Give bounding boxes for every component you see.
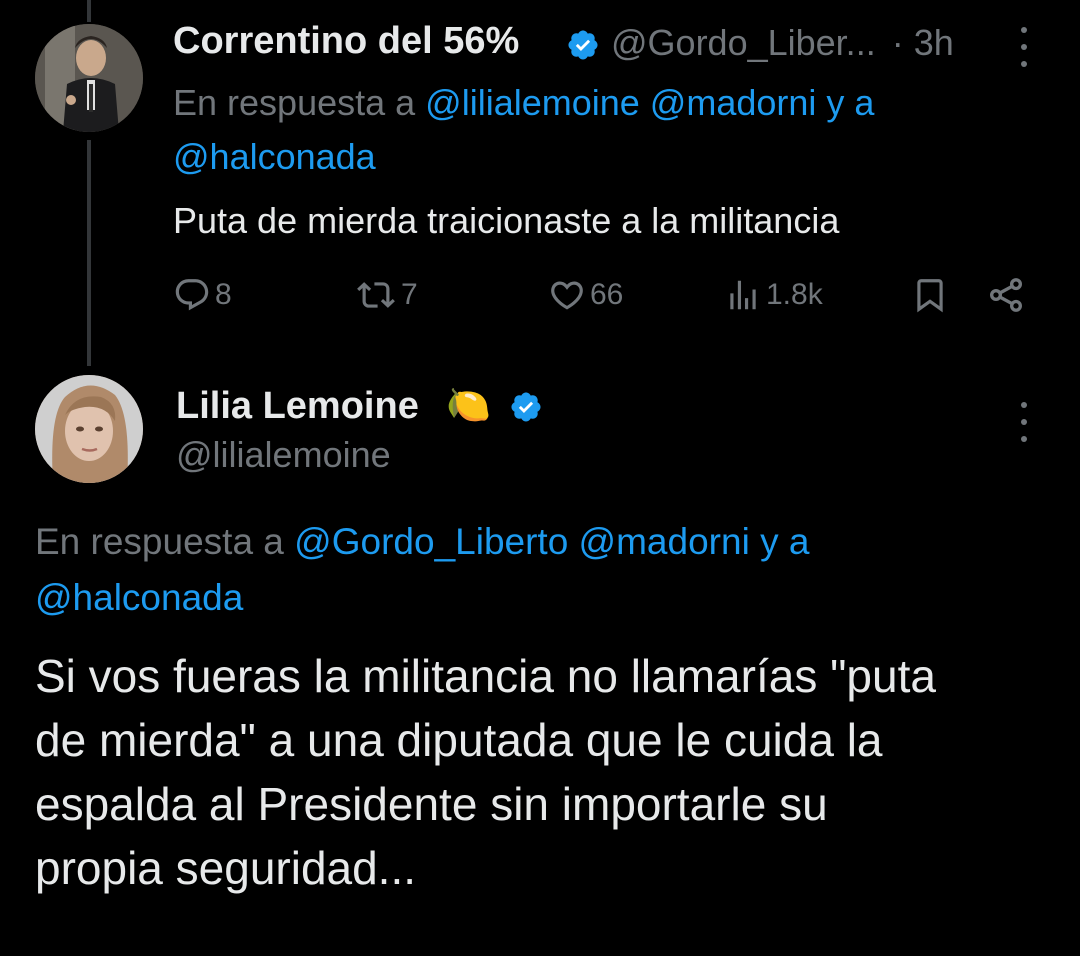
avatar-image [35,24,143,132]
more-options-icon[interactable] [1019,402,1029,442]
verified-badge-icon [511,392,541,422]
author-name-correntino[interactable]: Correntino del 56% [173,20,519,63]
tweet-time[interactable]: 3h [914,22,954,63]
like-count: 66 [590,278,624,311]
reply-mentions[interactable]: @Gordo_Liberto @madorni y a [294,521,809,562]
retweet-button[interactable]: 7 [355,275,418,315]
handle-text: @Gordo_Liber... [611,22,876,63]
tweet-text-lilialemoine: Si vos fueras la militancia no llamarías… [35,644,1065,900]
thread-line-top [87,0,91,22]
reply-mentions[interactable]: @lilialemoine @madorni y a [425,82,874,123]
views-count: 1.8k [766,278,823,311]
reply-context-line1: En respuesta a @Gordo_Liberto @madorni y… [35,514,1035,570]
reply-mention-halconada[interactable]: @halconada [173,130,1033,184]
reply-context-correntino: En respuesta a @lilialemoine @madorni y … [173,76,1033,184]
tweet-text-line: de mierda" a una diputada que le cuida l… [35,714,883,766]
reply-context-lilialemoine: En respuesta a @Gordo_Liberto @madorni y… [35,514,1035,626]
reply-prefix: En respuesta a [35,521,284,562]
author-handle-lilialemoine[interactable]: @lilialemoine [176,434,391,476]
time-separator: · [891,22,904,63]
reply-prefix: En respuesta a [173,82,416,123]
reply-mention-halconada[interactable]: @halconada [35,570,1035,626]
like-icon [551,281,583,310]
more-options-icon[interactable] [1019,27,1029,67]
reply-button[interactable]: 8 [173,275,232,315]
tweet-text-correntino: Puta de mierda traicionaste a la militan… [173,200,840,241]
retweet-icon [357,282,395,308]
avatar-correntino[interactable] [35,24,143,132]
views-icon [730,280,756,310]
avatar-lilialemoine[interactable] [35,375,143,483]
tweet-text-line: espalda al Presidente sin importarle su [35,778,828,830]
share-icon [990,278,1022,312]
bookmark-icon [917,279,943,313]
views-button[interactable]: 1.8k [724,275,823,315]
tweet-text-line: propia seguridad... [35,842,417,894]
reply-count: 8 [215,278,232,311]
tweet-text-line: Si vos fueras la militancia no llamarías… [35,650,936,702]
like-button[interactable]: 66 [548,275,623,315]
author-handle-correntino[interactable]: @Gordo_Liber... · 3h [611,22,954,64]
reply-context-line1: En respuesta a @lilialemoine @madorni y … [173,76,1033,130]
bookmark-button[interactable] [911,275,949,315]
lemon-emoji-icon: 🍋 [446,384,491,425]
retweet-count: 7 [401,278,418,311]
reply-icon [175,279,209,311]
thread-line [87,140,91,366]
avatar-image [35,375,143,483]
share-button[interactable] [986,275,1026,315]
verified-badge-icon [568,30,598,60]
author-name-lilialemoine[interactable]: Lilia Lemoine [176,385,419,428]
